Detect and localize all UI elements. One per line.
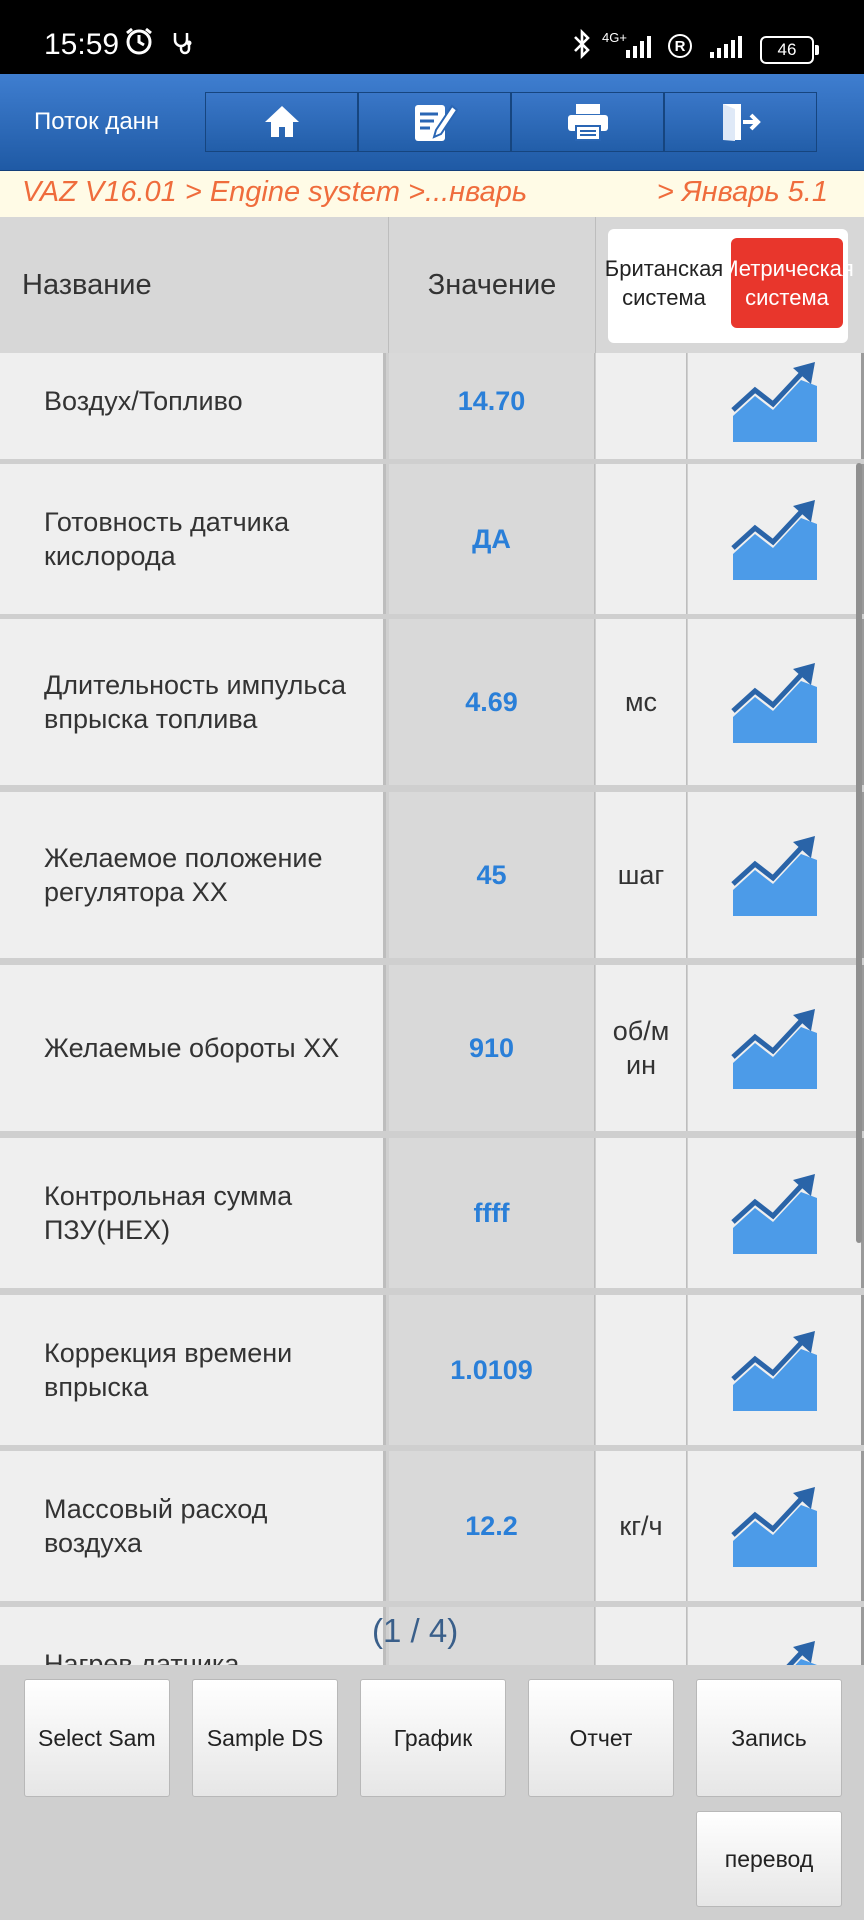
- unit-toggle: Британская система Метрическая система: [605, 229, 854, 343]
- graph-icon: [730, 1487, 817, 1567]
- param-value: 45: [389, 792, 595, 958]
- param-unit: [596, 464, 687, 614]
- graph-icon: [785, 1641, 817, 1665]
- graph-label: График: [393, 1724, 473, 1751]
- bluetooth-icon: [570, 28, 594, 67]
- param-value: 12.2: [389, 1451, 595, 1601]
- table-row[interactable]: Коррекция времени впрыска 1.0109: [0, 1295, 864, 1445]
- param-unit: кг/ч: [596, 1451, 687, 1601]
- report-button[interactable]: Отчет: [528, 1679, 674, 1797]
- param-value: 1.0109: [389, 1295, 595, 1445]
- select-sample-button[interactable]: Select Sample: [24, 1679, 170, 1797]
- graph-toggle-button[interactable]: [688, 965, 864, 1131]
- table-row[interactable]: Контрольная сумма ПЗУ(HEX) ffff: [0, 1138, 864, 1288]
- translate-label: перевод: [724, 1845, 814, 1872]
- record-label: Запись: [731, 1724, 807, 1751]
- sample-ds-button[interactable]: Sample DS: [192, 1679, 338, 1797]
- page-indicator: (1 / 4): [372, 1612, 459, 1649]
- table-row[interactable]: Массовый расход воздуха 12.2 кг/ч: [0, 1451, 864, 1601]
- param-unit: [596, 353, 687, 459]
- param-unit: шаг: [596, 792, 687, 958]
- status-bar: 15:59 4G+ R 46: [0, 0, 864, 74]
- graph-icon: [730, 362, 817, 442]
- graph-toggle-button[interactable]: [688, 1295, 864, 1445]
- exit-icon: [722, 104, 761, 141]
- edit-icon: [414, 104, 458, 141]
- param-unit: мс: [596, 619, 687, 785]
- param-name: Коррекция времени впрыска: [0, 1295, 386, 1445]
- metric-units-button[interactable]: Метрическая система: [720, 238, 854, 328]
- graph-toggle-button[interactable]: [688, 1607, 864, 1665]
- table-row[interactable]: Желаемые обороты ХХ 910 об/мин: [0, 965, 864, 1131]
- exit-button[interactable]: [664, 92, 817, 152]
- param-value: 910: [389, 965, 595, 1131]
- alarm-icon: [124, 26, 154, 63]
- report-label: Отчет: [569, 1724, 633, 1751]
- print-icon: [567, 104, 608, 141]
- graph-button[interactable]: График: [360, 1679, 506, 1797]
- table-row[interactable]: Желаемое положение регулятора ХХ 45 шаг: [0, 792, 864, 958]
- param-unit: [596, 1138, 687, 1288]
- param-value: 4.69: [389, 619, 595, 785]
- table-row[interactable]: Готовность датчика кислорода ДА: [0, 464, 864, 614]
- param-name: Готовность датчика кислорода: [0, 464, 386, 614]
- param-value: 14.70: [389, 353, 595, 459]
- translate-button[interactable]: перевод: [696, 1811, 842, 1907]
- clock: 15:59: [44, 28, 120, 61]
- param-value: ffff: [389, 1138, 595, 1288]
- home-icon: [264, 106, 299, 137]
- breadcrumb-path: VAZ V16.01 > Engine system >...нварь: [22, 176, 528, 208]
- param-name: Желаемое положение регулятора ХХ: [0, 792, 386, 958]
- graph-icon: [730, 663, 817, 743]
- data-stream-list[interactable]: Воздух/Топливо 14.70 Готовность датчика …: [0, 353, 864, 1665]
- graph-toggle-button[interactable]: [688, 464, 864, 614]
- graph-toggle-button[interactable]: [688, 353, 864, 459]
- toolbar: Поток данн: [0, 74, 864, 171]
- graph-toggle-button[interactable]: [688, 1451, 864, 1601]
- table-row[interactable]: Длительность импульса впрыска топлива 4.…: [0, 619, 864, 785]
- home-button[interactable]: [205, 92, 358, 152]
- param-unit: об/мин: [596, 965, 687, 1131]
- bottom-action-bar: Select Sample Sample DS График Отчет Зап…: [0, 1665, 864, 1920]
- table-header: Название Значение Британская система Мет…: [0, 217, 864, 353]
- sample-ds-label: Sample DS: [206, 1724, 324, 1751]
- graph-toggle-button[interactable]: [688, 619, 864, 785]
- param-name: Нагрев датчика: [0, 1607, 386, 1665]
- header-name: Название: [0, 217, 389, 353]
- graph-icon: [730, 1174, 817, 1254]
- graph-toggle-button[interactable]: [688, 792, 864, 958]
- breadcrumb: VAZ V16.01 > Engine system >...нварь > Я…: [0, 171, 864, 217]
- stethoscope-icon: [170, 30, 196, 63]
- signal-icon: [626, 34, 651, 58]
- battery-icon: 46: [760, 36, 819, 64]
- select-sample-label: Select Sample: [38, 1724, 156, 1751]
- graph-icon: [730, 836, 817, 916]
- graph-toggle-button[interactable]: [688, 1138, 864, 1288]
- british-units-button[interactable]: Британская система: [605, 238, 723, 328]
- print-button[interactable]: [511, 92, 664, 152]
- graph-icon: [730, 500, 817, 580]
- graph-icon: [730, 1331, 817, 1411]
- breadcrumb-current: > Январь 5.1: [656, 176, 828, 208]
- roaming-icon: R: [668, 34, 692, 58]
- signal-icon-2: [710, 34, 742, 58]
- screen-title: Поток данн: [34, 108, 160, 135]
- param-unit: [596, 1295, 687, 1445]
- network-type: 4G+: [602, 30, 627, 45]
- param-name: Длительность импульса впрыска топлива: [0, 619, 386, 785]
- record-button[interactable]: Запись: [696, 1679, 842, 1797]
- header-value: Значение: [389, 217, 596, 353]
- scrollbar[interactable]: [856, 463, 862, 1243]
- param-unit: [596, 1607, 687, 1665]
- graph-icon: [730, 1009, 817, 1089]
- param-name: Массовый расход воздуха: [0, 1451, 386, 1601]
- param-value: ДА: [389, 464, 595, 614]
- param-name: Контрольная сумма ПЗУ(HEX): [0, 1138, 386, 1288]
- param-name: Желаемые обороты ХХ: [0, 965, 386, 1131]
- table-row[interactable]: Воздух/Топливо 14.70: [0, 353, 864, 459]
- edit-button[interactable]: [358, 92, 511, 152]
- param-name: Воздух/Топливо: [0, 353, 386, 459]
